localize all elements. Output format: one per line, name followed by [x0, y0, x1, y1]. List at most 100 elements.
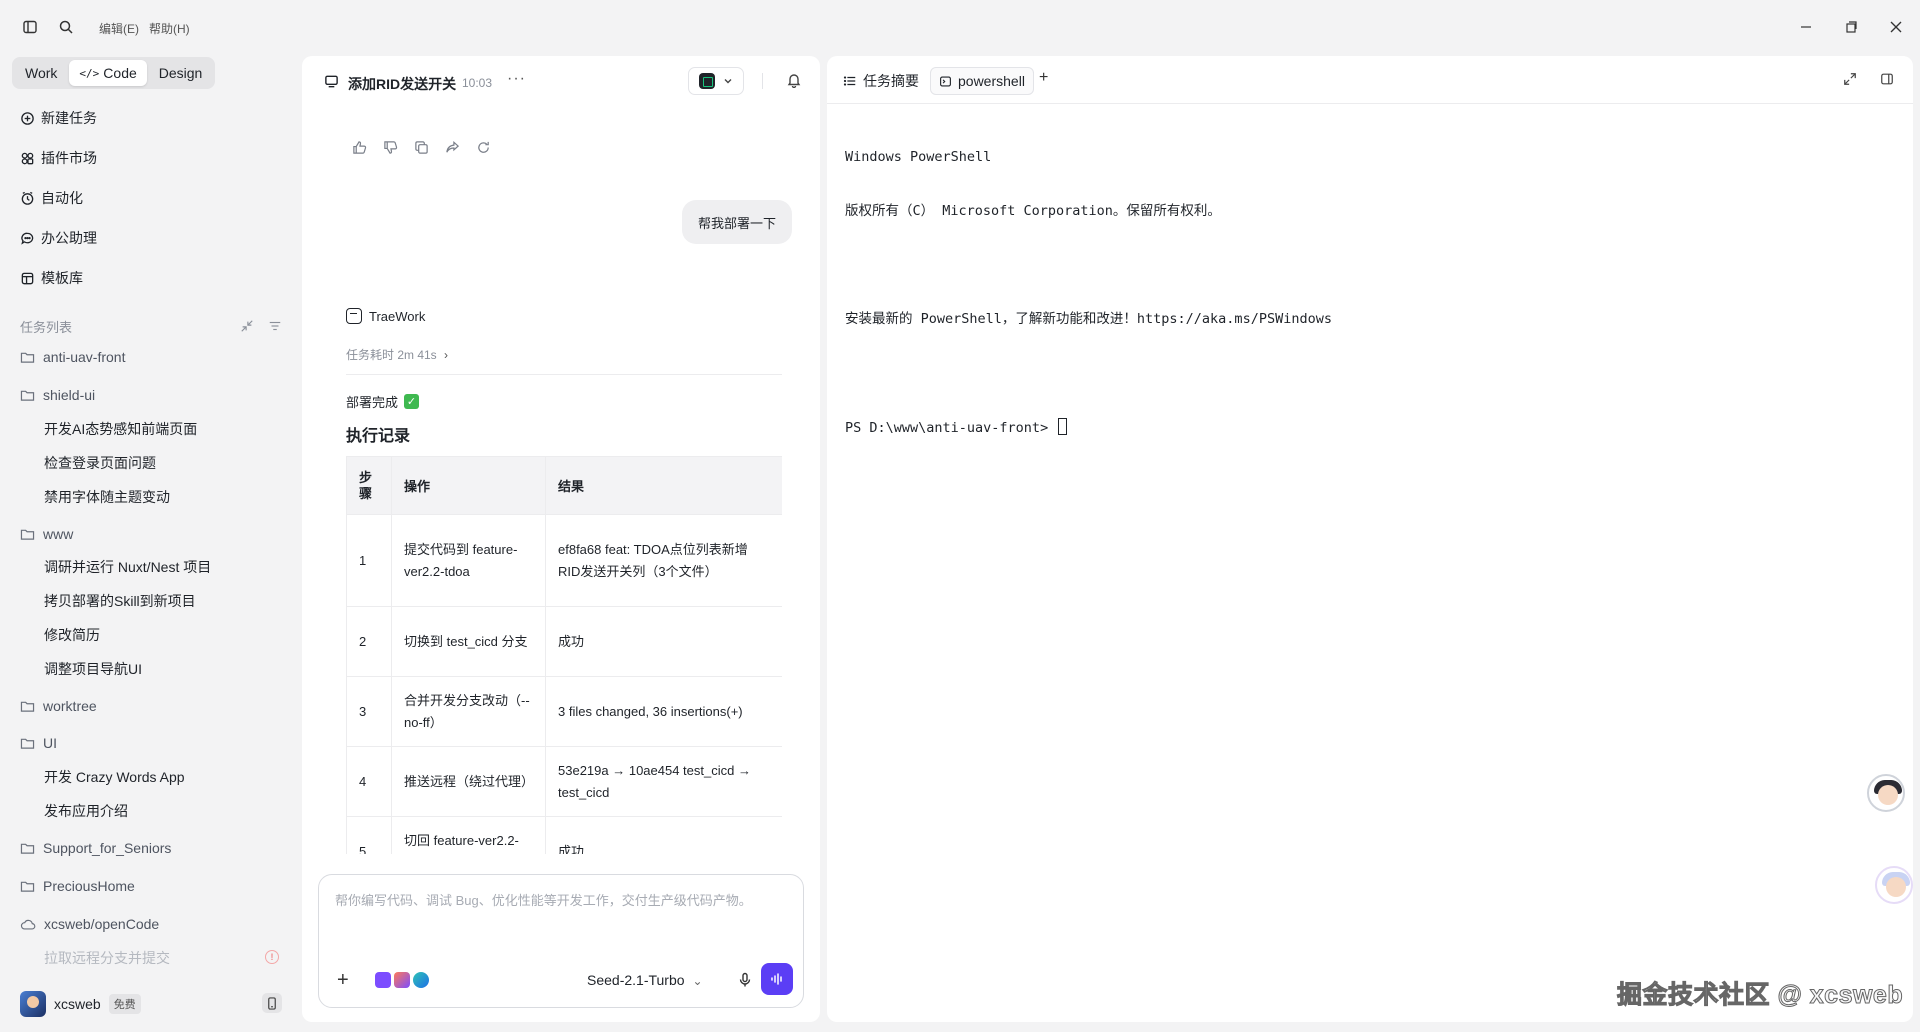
folder-www[interactable]: www: [20, 523, 73, 545]
more-options-icon[interactable]: ···: [507, 70, 526, 88]
bird-plugin-icon[interactable]: [413, 972, 429, 988]
folder-icon: [20, 738, 35, 749]
folder-icon: [20, 352, 35, 363]
mode-design-tab[interactable]: Design: [149, 60, 213, 86]
nav-template-library-label: 模板库: [41, 270, 83, 286]
folder-shield-ui[interactable]: shield-ui: [20, 384, 95, 406]
monitor-icon: [325, 75, 338, 88]
folder-label: PreciousHome: [43, 878, 135, 894]
model-selector[interactable]: Seed-2.1-Turbo ⌄: [587, 972, 703, 988]
panel-layout-icon[interactable]: [1880, 72, 1894, 86]
task-item[interactable]: 调研并运行 Nuxt/Nest 项目: [44, 556, 211, 578]
mode-code-tab[interactable]: </> Code: [69, 60, 147, 86]
terminal-cursor: [1058, 418, 1068, 435]
close-icon[interactable]: [1887, 18, 1905, 36]
collapse-icon[interactable]: [240, 319, 254, 333]
tab-powershell[interactable]: powershell: [930, 67, 1034, 95]
terminal-line: Windows PowerShell: [845, 149, 992, 165]
terminal-output[interactable]: Windows PowerShell 版权所有（C） Microsoft Cor…: [845, 112, 1332, 473]
terminal-panel: 任务摘要 powershell + Windows PowerShell 版权所…: [827, 56, 1913, 1022]
nav-office-assistant[interactable]: 办公助理: [20, 226, 97, 250]
share-icon[interactable]: [445, 140, 460, 155]
task-item[interactable]: 禁用字体随主题变动: [44, 486, 170, 508]
cloud-icon: [20, 919, 36, 930]
table-header-row: 步骤 操作 结果: [346, 456, 782, 515]
send-button[interactable]: [761, 963, 793, 995]
table-cell: 4: [346, 746, 392, 817]
nav-plugin-market-label: 插件市场: [41, 150, 97, 166]
avatar-face: [1886, 877, 1906, 897]
terminal-icon: [699, 73, 715, 89]
folder-icon: [20, 390, 35, 401]
user-name: xcsweb: [54, 996, 101, 1012]
folder-anti-uav-front[interactable]: anti-uav-front: [20, 346, 125, 368]
mode-work-tab[interactable]: Work: [15, 60, 67, 86]
add-attachment-button[interactable]: +: [337, 969, 349, 992]
terminal-toggle-button[interactable]: [688, 67, 744, 95]
terminal-icon: [940, 75, 951, 87]
task-item[interactable]: 检查登录页面问题: [44, 452, 156, 474]
folder-worktree[interactable]: worktree: [20, 695, 97, 717]
menu-edit[interactable]: 编辑(E): [99, 20, 139, 37]
user-message: 帮我部署一下: [681, 200, 792, 244]
table-cell: 成功: [545, 816, 782, 854]
nav-plugin-market[interactable]: 插件市场: [20, 146, 97, 170]
chat-icon: [21, 232, 34, 245]
task-item[interactable]: 发布应用介绍: [44, 800, 128, 822]
microphone-icon[interactable]: [737, 972, 753, 988]
nav-automation[interactable]: 自动化: [20, 186, 83, 210]
voice-wave-icon: [771, 973, 782, 985]
add-tab-button[interactable]: +: [1039, 69, 1048, 87]
user-profile[interactable]: xcsweb 免费: [20, 990, 141, 1018]
nav-template-library[interactable]: 模板库: [20, 266, 83, 290]
minimize-icon[interactable]: [1797, 18, 1815, 36]
mode-switcher: Work </> Code Design: [12, 57, 216, 89]
folder-support-for-seniors[interactable]: Support_for_Seniors: [20, 837, 171, 859]
mobile-icon[interactable]: [262, 993, 282, 1013]
folder-icon: [20, 701, 35, 712]
task-item[interactable]: 开发 Crazy Words App: [44, 766, 185, 788]
table-cell: 成功: [545, 606, 782, 677]
expand-icon[interactable]: [1843, 72, 1857, 86]
image-plugin-icon[interactable]: [394, 972, 410, 988]
task-list-header: 任务列表: [20, 316, 282, 336]
folder-label: anti-uav-front: [43, 349, 126, 365]
list-icon: [843, 76, 856, 86]
assistant-avatar-alt[interactable]: [1875, 866, 1913, 904]
table-cell: 2: [346, 606, 392, 677]
filter-icon[interactable]: [268, 319, 282, 333]
deploy-status-text: 部署完成: [346, 395, 399, 410]
divider: [762, 73, 763, 89]
folder-label: worktree: [43, 698, 97, 714]
prompt-input[interactable]: 帮你编写代码、调试 Bug、优化性能等开发工作，交付生产级代码产物。 + See…: [318, 874, 804, 1008]
assistant-avatar[interactable]: [1867, 774, 1905, 812]
thumbs-down-icon[interactable]: [383, 140, 398, 155]
nav-new-task[interactable]: 新建任务: [20, 106, 97, 130]
task-item[interactable]: 拉取远程分支并提交: [44, 947, 170, 969]
video-plugin-icon[interactable]: [375, 972, 391, 988]
thumbs-up-icon[interactable]: [352, 140, 367, 155]
task-item[interactable]: 拷贝部署的Skill到新项目: [44, 590, 196, 612]
tab-task-summary[interactable]: 任务摘要: [835, 67, 927, 95]
task-item[interactable]: 修改简历: [44, 624, 100, 646]
restore-icon[interactable]: [1842, 18, 1860, 36]
extension-icons: [375, 972, 429, 988]
folder-precioushome[interactable]: PreciousHome: [20, 875, 135, 897]
table-cell: ef8fa68 feat: TDOA点位列表新增RID发送开关列（3个文件）: [545, 514, 782, 607]
copy-icon[interactable]: [414, 140, 429, 155]
menu-help[interactable]: 帮助(H): [149, 20, 190, 37]
folder-label: xcsweb/openCode: [44, 916, 160, 932]
search-icon[interactable]: [58, 19, 74, 35]
folder-ui[interactable]: UI: [20, 732, 57, 754]
table-cell: 切回 feature-ver2.2-tdoa: [391, 816, 546, 854]
task-item[interactable]: 调整项目导航UI: [44, 658, 142, 680]
repo-xcsweb-opencode[interactable]: xcsweb/openCode: [20, 913, 159, 935]
check-icon: ✓: [404, 394, 420, 409]
refresh-icon[interactable]: [476, 140, 491, 155]
bell-icon[interactable]: [786, 72, 802, 88]
sidebar-toggle-icon[interactable]: [22, 19, 38, 35]
elapsed-time[interactable]: 任务耗时 2m 41s ›: [346, 346, 448, 363]
terminal-prompt: PS D:\www\anti-uav-front>: [845, 420, 1049, 436]
task-item[interactable]: 开发AI态势感知前端页面: [44, 418, 197, 440]
chevron-down-icon: [724, 79, 732, 84]
